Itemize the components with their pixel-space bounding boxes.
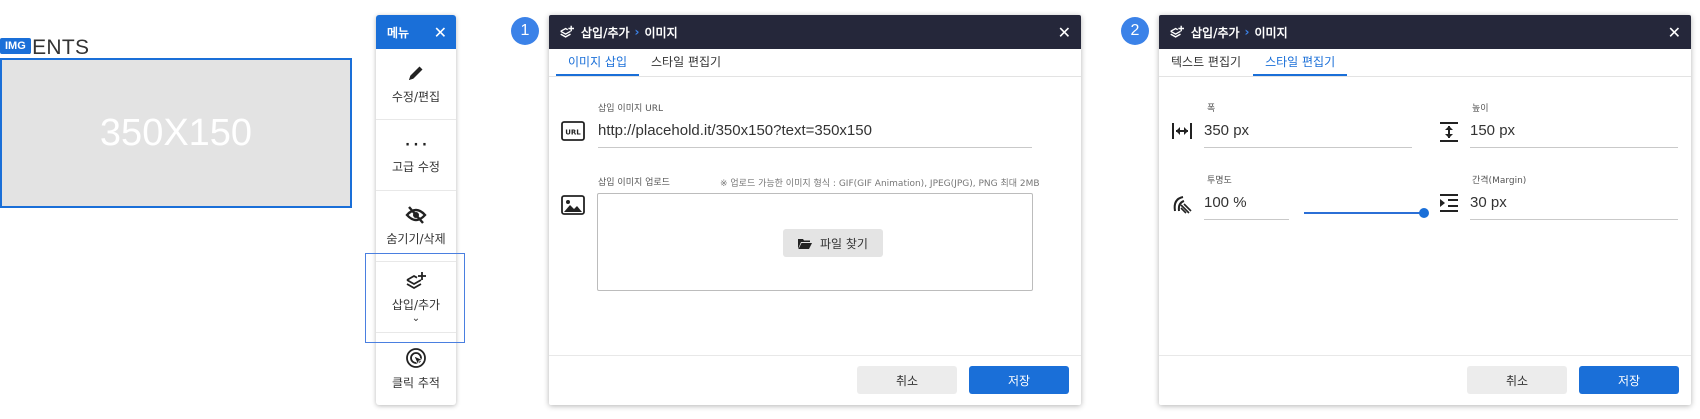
- width-field-label: 폭: [1207, 104, 1216, 114]
- svg-text:URL: URL: [565, 129, 581, 137]
- upload-field-label: 삽입 이미지 업로드: [598, 178, 670, 188]
- dialog-tabs: 텍스트 편집기 스타일 편집기: [1159, 49, 1691, 77]
- find-file-label: 파일 찾기: [820, 236, 868, 251]
- opacity-icon: [1173, 196, 1192, 214]
- step-badge-2: 2: [1121, 17, 1149, 45]
- tab-style-editor[interactable]: 스타일 편집기: [639, 49, 733, 76]
- width-input[interactable]: 350 px: [1204, 120, 1412, 148]
- save-button[interactable]: 저장: [1579, 366, 1679, 394]
- margin-input-value: 30 px: [1470, 194, 1507, 211]
- breadcrumb-separator: ›: [634, 25, 640, 39]
- dialog-title: 이미지: [644, 25, 678, 40]
- menu-close-icon[interactable]: ✕: [434, 23, 447, 42]
- opacity-field-label: 투명도: [1207, 176, 1232, 186]
- menu-header: 메뉴 ✕: [376, 15, 456, 49]
- menu-item-label: 수정/편집: [391, 90, 441, 104]
- click-target-icon: [406, 347, 426, 368]
- width-input-value: 350 px: [1204, 122, 1250, 139]
- dialog-footer: 취소 저장: [549, 355, 1081, 405]
- layers-plus-icon: [1170, 25, 1184, 38]
- menu-title: 메뉴: [387, 25, 410, 40]
- img-type-badge: IMG: [0, 38, 31, 54]
- url-input[interactable]: http://placehold.it/350x150?text=350x150: [598, 120, 1032, 148]
- style-editor-dialog: 삽입/추가 › 이미지 ✕ 텍스트 편집기 스타일 편집기 폭 350 px 높…: [1159, 15, 1691, 405]
- save-button[interactable]: 저장: [969, 366, 1069, 394]
- menu-item-label: 숨기기/삭제: [386, 232, 446, 246]
- cancel-button[interactable]: 취소: [857, 366, 957, 394]
- dialog-header: 삽입/추가 › 이미지 ✕: [549, 15, 1081, 49]
- tab-text-editor[interactable]: 텍스트 편집기: [1159, 49, 1253, 76]
- close-icon[interactable]: ✕: [1058, 23, 1071, 42]
- height-arrows-icon: [1440, 122, 1458, 142]
- layers-plus-icon: [560, 25, 574, 38]
- indent-margin-icon: [1440, 194, 1458, 212]
- url-field-label: 삽입 이미지 URL: [598, 104, 663, 114]
- breadcrumb-separator: ›: [1244, 25, 1250, 39]
- image-icon: [561, 195, 585, 215]
- opacity-slider-handle[interactable]: [1419, 208, 1429, 218]
- image-placeholder-text: 350X150: [99, 111, 253, 154]
- dialog-title-prefix: 삽입/추가: [1191, 25, 1240, 40]
- opacity-slider-track: [1304, 212, 1424, 214]
- insert-image-dialog: 삽입/추가 › 이미지 ✕ 이미지 삽입 스타일 편집기 삽입 이미지 URL …: [549, 15, 1081, 405]
- dialog-title: 이미지: [1254, 25, 1288, 40]
- svg-text:{···}: {···}: [404, 137, 428, 153]
- opacity-slider[interactable]: [1304, 206, 1434, 220]
- upload-format-hint: ※ 업로드 가능한 이미지 형식 : GIF(GIF Animation), J…: [720, 179, 1040, 189]
- upload-dropzone[interactable]: 파일 찾기: [597, 193, 1033, 291]
- url-input-value: http://placehold.it/350x150?text=350x150: [598, 122, 872, 139]
- menu-item-label: 고급 수정: [392, 160, 440, 174]
- tab-style-editor[interactable]: 스타일 편집기: [1253, 49, 1348, 76]
- cancel-button[interactable]: 취소: [1467, 366, 1567, 394]
- opacity-input-value: 100 %: [1204, 194, 1247, 211]
- menu-item-hide-delete[interactable]: 숨기기/삭제: [376, 191, 456, 262]
- close-icon[interactable]: ✕: [1668, 23, 1681, 42]
- dialog-title-prefix: 삽입/추가: [581, 25, 630, 40]
- find-file-button[interactable]: 파일 찾기: [783, 229, 883, 257]
- width-arrows-icon: [1172, 123, 1192, 139]
- tab-insert-image[interactable]: 이미지 삽입: [556, 49, 640, 76]
- folder-open-icon: [798, 238, 812, 249]
- context-menu: 메뉴 ✕ 수정/편집 {···} 고급 수정 숨기기/삭제 삽입/추가: [376, 15, 456, 405]
- code-braces-icon: {···}: [404, 137, 428, 153]
- height-input[interactable]: 150 px: [1470, 120, 1678, 148]
- eye-off-icon: [405, 206, 427, 224]
- pencil-icon: [409, 66, 423, 80]
- margin-field-label: 간격(Margin): [1472, 176, 1527, 186]
- url-icon: URL: [561, 121, 585, 141]
- height-field-label: 높이: [1472, 104, 1489, 114]
- dialog-footer: 취소 저장: [1159, 355, 1691, 405]
- menu-item-click-tracking[interactable]: 클릭 추적: [376, 333, 456, 404]
- step-badge-1: 1: [511, 17, 539, 45]
- dialog-tabs: 이미지 삽입 스타일 편집기: [549, 49, 1081, 77]
- dialog-header: 삽입/추가 › 이미지 ✕: [1159, 15, 1691, 49]
- opacity-input[interactable]: 100 %: [1204, 192, 1289, 220]
- height-input-value: 150 px: [1470, 122, 1516, 139]
- menu-item-label: 클릭 추적: [392, 375, 440, 390]
- menu-selection-highlight: [365, 253, 465, 343]
- menu-item-edit[interactable]: 수정/편집: [376, 49, 456, 120]
- selected-image-placeholder[interactable]: 350X150: [0, 58, 352, 208]
- margin-input[interactable]: 30 px: [1470, 192, 1678, 220]
- menu-item-advanced-edit[interactable]: {···} 고급 수정: [376, 120, 456, 191]
